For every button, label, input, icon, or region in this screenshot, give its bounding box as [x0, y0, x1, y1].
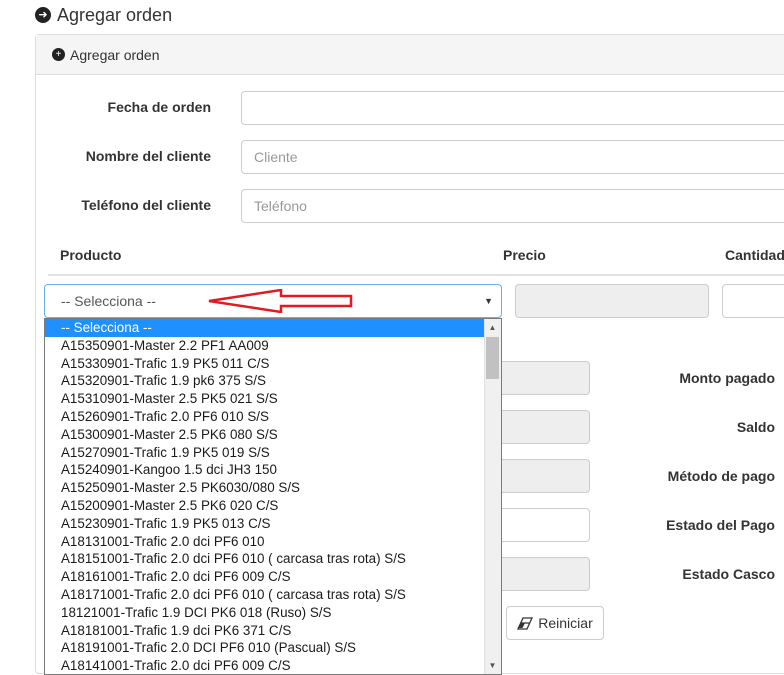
precio-input: [515, 284, 709, 318]
metodo-pago-label: Método de pago: [667, 468, 775, 484]
producto-dropdown-list[interactable]: -- Selecciona -- A15350901-Master 2.2 PF1…: [44, 318, 502, 675]
dropdown-option[interactable]: A18131001-Trafic 2.0 dci PF6 010: [45, 533, 501, 551]
reset-button[interactable]: Reiniciar: [506, 606, 604, 640]
annotation-arrow: [208, 289, 353, 313]
scroll-thumb[interactable]: [486, 337, 499, 379]
producto-select-value: -- Selecciona --: [61, 293, 156, 309]
scroll-up-icon[interactable]: ▲: [484, 319, 501, 336]
telefono-label: Teléfono del cliente: [81, 197, 211, 213]
plus-circle-icon: +: [52, 48, 65, 61]
dropdown-option[interactable]: A15200901-Master 2.5 PK6 020 C/S: [45, 497, 501, 515]
estado-casco-label: Estado Casco: [682, 566, 775, 582]
monto-pagado-label: Monto pagado: [679, 370, 775, 386]
caret-down-icon: ▼: [484, 296, 493, 306]
fecha-input[interactable]: [241, 91, 784, 125]
dropdown-option[interactable]: A15350901-Master 2.2 PF1 AA009: [45, 337, 501, 355]
dropdown-option[interactable]: A18151001-Trafic 2.0 dci PF6 010 ( carca…: [45, 550, 501, 568]
saldo-label: Saldo: [736, 419, 775, 435]
page-title: Agregar orden: [57, 4, 173, 25]
cliente-label: Nombre del cliente: [85, 148, 211, 164]
cliente-input[interactable]: Cliente: [241, 140, 784, 174]
precio-header: Precio: [503, 247, 546, 263]
producto-header: Producto: [60, 247, 122, 263]
fecha-label: Fecha de orden: [107, 99, 211, 115]
eraser-icon: [517, 616, 534, 630]
dropdown-option[interactable]: A15270901-Trafic 1.9 PK5 019 S/S: [45, 444, 501, 462]
dropdown-option[interactable]: A15310901-Master 2.5 PK5 021 S/S: [45, 390, 501, 408]
dropdown-option[interactable]: A18161001-Trafic 2.0 dci PF6 009 C/S: [45, 568, 501, 586]
dropdown-option[interactable]: A18181001-Trafic 1.9 dci PK6 371 C/S: [45, 622, 501, 640]
header-divider: [48, 274, 784, 276]
dropdown-option[interactable]: A15330901-Trafic 1.9 PK5 011 C/S: [45, 355, 501, 373]
panel-heading: + Agregar orden: [36, 35, 784, 75]
dropdown-option[interactable]: A15250901-Master 2.5 PK6030/080 S/S: [45, 479, 501, 497]
dropdown-option[interactable]: A15230901-Trafic 1.9 PK5 013 C/S: [45, 515, 501, 533]
dropdown-option[interactable]: A15260901-Trafic 2.0 PF6 010 S/S: [45, 408, 501, 426]
page-heading: ➜ Agregar orden: [35, 2, 172, 28]
dropdown-option[interactable]: A15300901-Master 2.5 PK6 080 S/S: [45, 426, 501, 444]
estado-pago-label: Estado del Pago: [666, 517, 775, 533]
panel-title: Agregar orden: [70, 46, 160, 63]
dropdown-option[interactable]: A18171001-Trafic 2.0 dci PF6 010 ( carca…: [45, 586, 501, 604]
telefono-input[interactable]: Teléfono: [241, 189, 784, 223]
cantidad-input[interactable]: [722, 284, 784, 318]
reset-label: Reiniciar: [538, 615, 593, 631]
cantidad-header: Cantidad: [725, 247, 784, 263]
arrow-circle-right-icon: ➜: [35, 7, 51, 23]
dropdown-option[interactable]: A15240901-Kangoo 1.5 dci JH3 150: [45, 461, 501, 479]
dropdown-option[interactable]: A18141001-Trafic 2.0 dci PF6 009 C/S: [45, 657, 501, 674]
dropdown-option[interactable]: 18121001-Trafic 1.9 DCI PK6 018 (Ruso) S…: [45, 604, 501, 622]
dropdown-option[interactable]: -- Selecciona --: [45, 319, 501, 337]
dropdown-option[interactable]: A18191001-Trafic 2.0 DCI PF6 010 (Pascua…: [45, 639, 501, 657]
dropdown-option[interactable]: A15320901-Trafic 1.9 pk6 375 S/S: [45, 372, 501, 390]
scroll-down-icon[interactable]: ▼: [484, 657, 501, 674]
